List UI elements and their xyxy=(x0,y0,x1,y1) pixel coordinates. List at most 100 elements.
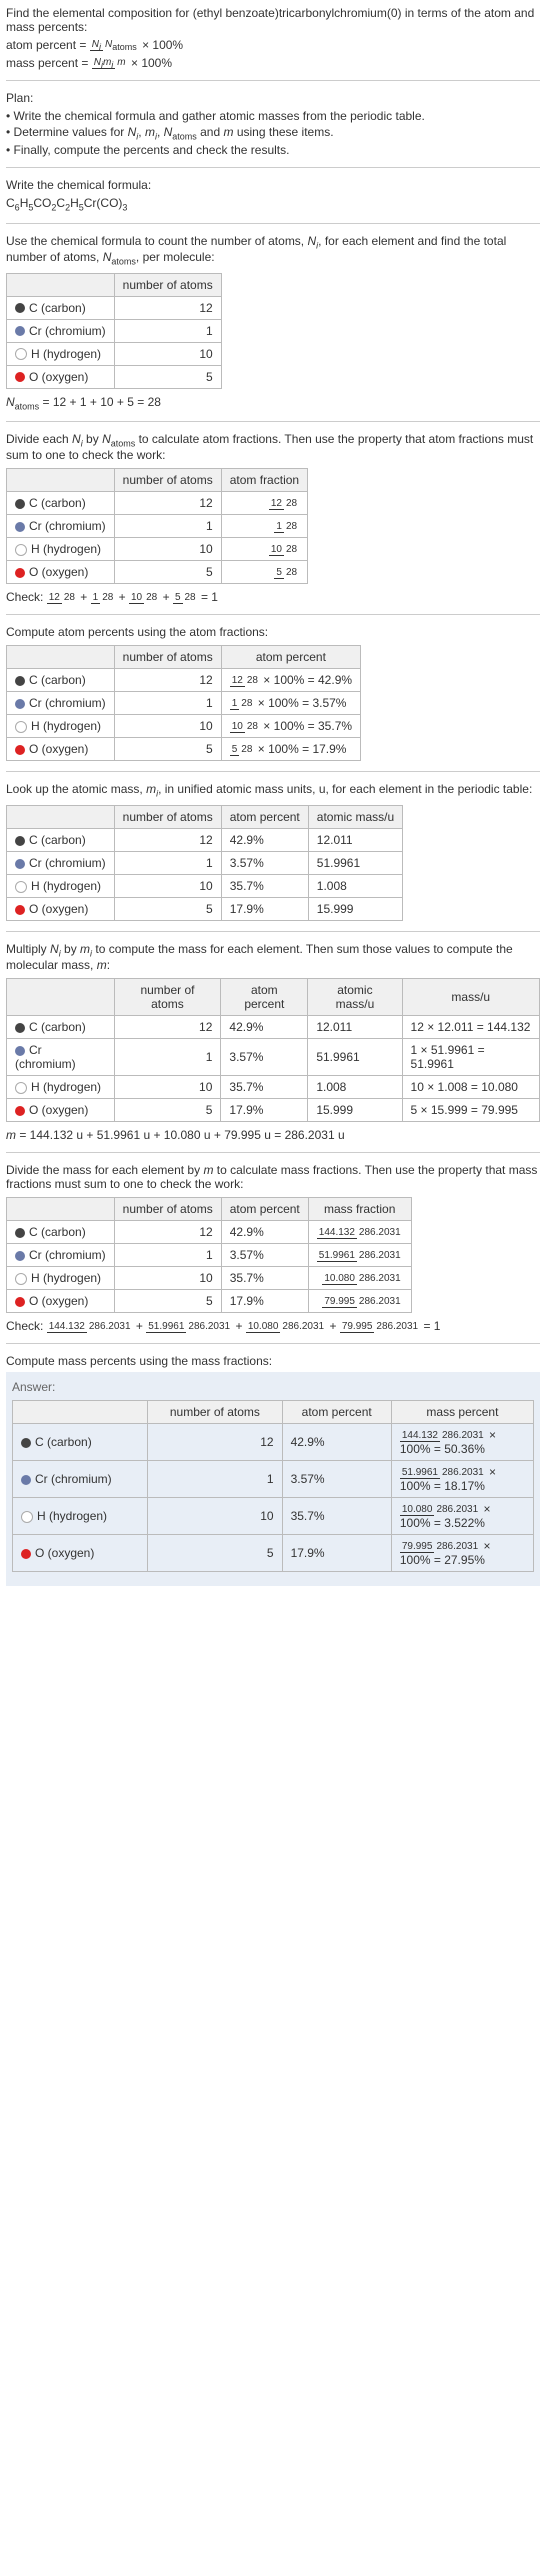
atom-percent-label: atom percent xyxy=(6,38,76,52)
cell-value: 35.7% xyxy=(282,1498,391,1535)
table4-header: Look up the atomic mass, mi, in unified … xyxy=(6,782,540,798)
table-row: Cr (chromium)13.57%51.9961286.2031 xyxy=(7,1244,412,1267)
cell-value: 35.7% xyxy=(221,1267,308,1290)
cell-value: 10 × 1.008 = 10.080 xyxy=(402,1076,539,1099)
element-dot-icon xyxy=(15,1273,27,1285)
element-dot-icon xyxy=(15,522,25,532)
cell-value: 5 xyxy=(114,738,221,761)
cell-value: 1 xyxy=(114,319,221,342)
element-label: C (carbon) xyxy=(29,496,86,510)
frac-num: 51.9961 xyxy=(317,1250,357,1262)
frac-num: 144.132 xyxy=(317,1227,357,1239)
cell-value: 10 xyxy=(114,874,221,897)
check-eq: = 1 xyxy=(423,1319,440,1333)
col-atom-percent: atom percent xyxy=(221,646,360,669)
cell-value: 15.999 xyxy=(308,1099,402,1122)
frac-den: 286.2031 xyxy=(357,1273,403,1284)
element-dot-icon xyxy=(15,699,25,709)
element-label: H (hydrogen) xyxy=(31,347,101,361)
cell-value: 12.011 xyxy=(308,828,402,851)
element-label: O (oxygen) xyxy=(29,370,88,384)
element-dot-icon xyxy=(15,676,25,686)
frac-num: 12 xyxy=(269,498,284,510)
table1-header: Use the chemical formula to count the nu… xyxy=(6,234,540,267)
element-label: O (oxygen) xyxy=(29,1103,88,1117)
element-dot-icon xyxy=(15,568,25,578)
frac-den: 28 xyxy=(239,744,254,755)
table7-header: Compute mass percents using the mass fra… xyxy=(6,1354,540,1368)
element-label: H (hydrogen) xyxy=(31,879,101,893)
frac-den: 286.2031 xyxy=(357,1250,403,1261)
cell-value: 1.008 xyxy=(308,1076,402,1099)
mp-text: 100% = 18.17% xyxy=(400,1479,485,1493)
cell-value: 12 xyxy=(114,492,221,515)
cell-value: 1 xyxy=(114,1244,221,1267)
col-atomic-mass: atomic mass/u xyxy=(308,979,402,1016)
element-label: C (carbon) xyxy=(29,1020,86,1034)
element-dot-icon xyxy=(15,1023,25,1033)
table-mass-percents: number of atomsatom percentmass percent … xyxy=(12,1400,534,1572)
element-dot-icon xyxy=(15,326,25,336)
cell-value: 5 xyxy=(114,561,221,584)
element-dot-icon xyxy=(15,1228,25,1238)
col-blank xyxy=(7,273,115,296)
cell-value: 10 xyxy=(114,1076,221,1099)
element-label: H (hydrogen) xyxy=(31,719,101,733)
cell-value: 5 xyxy=(148,1535,282,1572)
frac-den: 28 xyxy=(284,521,299,532)
table-row: Cr (chromium) 1 xyxy=(7,319,222,342)
cell-value: 3.57% xyxy=(221,1244,308,1267)
element-label: Cr (chromium) xyxy=(29,519,106,533)
pct-text: × 100% = 42.9% xyxy=(260,673,352,687)
col-atom-percent: atom percent xyxy=(221,979,308,1016)
mp-text: 100% = 50.36% xyxy=(400,1442,485,1456)
frac-num: 10.080 xyxy=(322,1273,357,1285)
cell-value: 17.9% xyxy=(221,897,308,920)
col-atom-fraction: atom fraction xyxy=(221,469,307,492)
element-label: H (hydrogen) xyxy=(37,1509,107,1523)
element-dot-icon xyxy=(15,1046,25,1056)
cell-value: 12.011 xyxy=(308,1016,402,1039)
element-label: C (carbon) xyxy=(29,673,86,687)
element-dot-icon xyxy=(15,544,27,556)
cell-value: 3.57% xyxy=(221,1039,308,1076)
cell-value: 51.9961 xyxy=(308,851,402,874)
mass-percent-label: mass percent xyxy=(6,56,78,70)
table-row: Cr (chromium)13.57%51.99611 × 51.9961 = … xyxy=(7,1039,540,1076)
frac-den: 28 xyxy=(284,544,299,555)
frac-num: 10 xyxy=(230,721,245,733)
table-row: H (hydrogen)1035.7%1.008 xyxy=(7,874,403,897)
table-row: O (oxygen) 5 xyxy=(7,365,222,388)
col-mass-percent: mass percent xyxy=(391,1401,533,1424)
cell-value: 3.57% xyxy=(221,851,308,874)
cell-value: 1 xyxy=(114,851,221,874)
table-row: Cr (chromium)13.57%51.9961 xyxy=(7,851,403,874)
table-mass-fractions: number of atomsatom percentmass fraction… xyxy=(6,1197,412,1313)
cell-value: 42.9% xyxy=(221,828,308,851)
check-atom-fractions: Check: 1228 + 128 + 1028 + 528 = 1 xyxy=(6,590,540,604)
pct-text: × 100% = 35.7% xyxy=(260,719,352,733)
element-dot-icon xyxy=(15,499,25,509)
cell-value: 5 xyxy=(114,365,221,388)
times-100: × 100% xyxy=(142,38,183,52)
cell-value: 10 xyxy=(114,1267,221,1290)
frac-num: 1 xyxy=(230,698,240,710)
table-row: O (oxygen)517.9%15.9995 × 15.999 = 79.99… xyxy=(7,1099,540,1122)
cell-value: 17.9% xyxy=(221,1290,308,1313)
frac-den: 286.2031 xyxy=(434,1504,480,1515)
col-num-atoms: number of atoms xyxy=(114,646,221,669)
element-dot-icon xyxy=(15,303,25,313)
cell-value: 5 × 15.999 = 79.995 xyxy=(402,1099,539,1122)
table-row: H (hydrogen)101028 xyxy=(7,538,308,561)
frac-num: 1 xyxy=(274,521,284,533)
col-num-atoms: number of atoms xyxy=(114,1198,221,1221)
element-label: H (hydrogen) xyxy=(31,542,101,556)
frac-num: 144.132 xyxy=(400,1430,440,1442)
table-atom-fractions: number of atomsatom fraction C (carbon)1… xyxy=(6,468,308,584)
element-label: Cr (chromium) xyxy=(29,324,106,338)
element-dot-icon xyxy=(15,721,27,733)
cell-value: 51.9961 xyxy=(308,1039,402,1076)
pct-text: × 100% = 3.57% xyxy=(254,696,346,710)
element-label: C (carbon) xyxy=(29,1225,86,1239)
cell-value: 10 xyxy=(114,342,221,365)
